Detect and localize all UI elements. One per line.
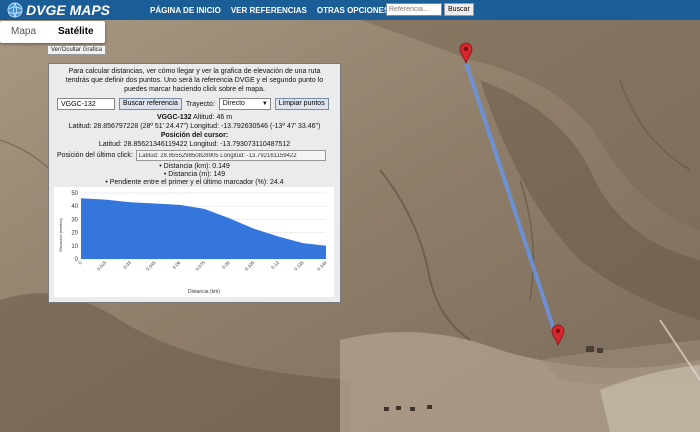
top-bar: DVGE MAPS PÁGINA DE INICIO VER REFERENCI… xyxy=(0,0,700,20)
last-click-row: Posición del último click: xyxy=(49,149,340,161)
reference-name: VGGC-132 xyxy=(156,114,192,121)
route-label: Trayecto: xyxy=(185,100,215,108)
nav-options-link[interactable]: OTRAS OPCIONES xyxy=(317,6,389,15)
reference-altitude: Altitud: 46 m xyxy=(193,114,233,121)
clear-points-button[interactable]: Limpiar puntos xyxy=(274,98,329,110)
search-reference-button[interactable]: Buscar referencia xyxy=(119,98,182,110)
cursor-coords: Latitud: 28.85621346119422 Longitud: -13… xyxy=(98,141,291,148)
chart-y-tick-label: 10 xyxy=(71,244,78,250)
chart-y-axis-label: Elevación (metros) xyxy=(58,218,63,252)
stat-slope: Pendiente entre el primer y el último ma… xyxy=(49,179,340,187)
route-select[interactable]: Directo ▼ xyxy=(218,98,271,110)
main-nav: PÁGINA DE INICIO VER REFERENCIAS OTRAS O… xyxy=(150,6,389,15)
map-type-satellite-button[interactable]: Satélite xyxy=(47,21,105,43)
last-click-label: Posición del último click: xyxy=(57,152,133,159)
route-select-value: Directo xyxy=(222,100,245,107)
chart-y-tick-label: 30 xyxy=(71,217,78,223)
distance-panel: Para calcular distancias, ver cómo llega… xyxy=(48,63,341,303)
panel-intro-text: Para calcular distancias, ver cómo llega… xyxy=(65,68,324,93)
map-type-map-button[interactable]: Mapa xyxy=(0,21,47,43)
chart-y-tick-label: 20 xyxy=(71,231,78,237)
map-type-control: Mapa Satélite xyxy=(0,21,105,43)
stat-distance-km: Distancia (km): 0.149 xyxy=(49,163,340,171)
reference-coords: Latitud: 28.856797228 (28º 51' 24.47") L… xyxy=(68,123,321,130)
chevron-down-icon: ▼ xyxy=(261,101,268,107)
elevation-chart: 01020304050 0 0.015 0.03 0.045 0.06 0.075 0.09… xyxy=(54,187,334,297)
toggle-chart-button[interactable]: Ver/Ocultar Grafica xyxy=(47,45,107,55)
search-form: Buscar xyxy=(386,3,474,16)
chart-x-axis-label: Distancia (km) xyxy=(188,289,220,295)
chart-y-tick-label: 50 xyxy=(71,191,78,197)
start-marker-icon[interactable] xyxy=(459,42,473,64)
chart-y-tick-label: 40 xyxy=(71,204,78,210)
reference-input[interactable] xyxy=(57,98,115,110)
cursor-title: Posición del cursor: xyxy=(160,132,229,139)
globe-logo-icon: DVGE MAPS xyxy=(7,2,111,18)
search-input[interactable] xyxy=(386,3,442,16)
reference-info: VGGC-132 Altitud: 46 m Latitud: 28.85679… xyxy=(49,110,340,149)
search-button[interactable]: Buscar xyxy=(444,3,474,16)
panel-controls: Buscar referencia Trayecto: Directo ▼ Li… xyxy=(49,94,340,110)
end-marker-icon[interactable] xyxy=(551,324,565,346)
logo-text: DVGE MAPS xyxy=(26,2,111,18)
distance-stats: Distancia (km): 0.149 Distancia (m): 149… xyxy=(49,161,340,187)
logo[interactable]: DVGE MAPS xyxy=(6,0,146,20)
stat-distance-m: Distancia (m): 149 xyxy=(49,171,340,179)
nav-references-link[interactable]: VER REFERENCIAS xyxy=(231,6,307,15)
nav-home-link[interactable]: PÁGINA DE INICIO xyxy=(150,6,221,15)
last-click-field[interactable] xyxy=(135,150,326,161)
